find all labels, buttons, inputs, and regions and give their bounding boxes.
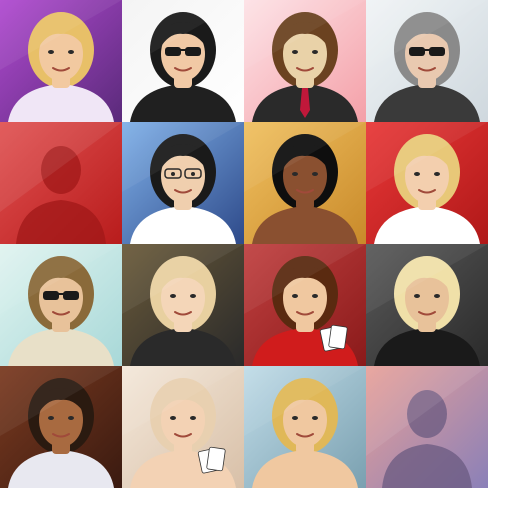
eye-right — [191, 172, 195, 176]
man-aviator-sunglasses-icon — [0, 244, 122, 366]
playing-card-2 — [206, 446, 226, 472]
eye-left — [170, 416, 176, 420]
eye-left — [292, 416, 298, 420]
woman-curly-blonde-red-icon — [366, 122, 488, 244]
eye-left — [171, 172, 175, 176]
avatar-tile-15[interactable] — [244, 366, 366, 488]
avatar-tile-8[interactable] — [366, 122, 488, 244]
eye-right — [190, 294, 196, 298]
sunglasses-left-lens — [165, 47, 181, 56]
woman-blonde-long-hair-icon — [244, 366, 366, 488]
eye-right — [434, 294, 440, 298]
woman-short-hair-glasses-icon — [122, 122, 244, 244]
eye-left — [292, 50, 298, 54]
avatar-tile-6[interactable] — [122, 122, 244, 244]
avatar-tile-7[interactable] — [244, 122, 366, 244]
eye-right — [190, 416, 196, 420]
playing-card-2 — [328, 324, 348, 350]
avatar-tile-2[interactable] — [122, 0, 244, 122]
avatar-tile-13[interactable] — [0, 366, 122, 488]
avatar-tile-1[interactable] — [0, 0, 122, 122]
avatar-tile-9[interactable] — [0, 244, 122, 366]
eye-right — [312, 172, 318, 176]
eye-left — [292, 294, 298, 298]
sunglasses-bridge — [424, 49, 430, 51]
avatar-tile-16[interactable] — [366, 366, 488, 488]
woman-blonde-bob-icon — [122, 244, 244, 366]
woman-blonde-cards-icon — [122, 366, 244, 488]
avatar-tile-5[interactable] — [0, 122, 122, 244]
avatar-tile-11[interactable] — [244, 244, 366, 366]
eye-right — [312, 294, 318, 298]
man-beanie-sunglasses-icon — [366, 0, 488, 122]
avatar-grid — [0, 0, 488, 488]
eye-right — [68, 50, 74, 54]
sunglasses-bridge — [180, 49, 186, 51]
sunglasses-right-lens — [63, 291, 79, 300]
male-silhouette-placeholder-icon — [366, 366, 488, 488]
eye-left — [414, 172, 420, 176]
man-red-tie-icon — [244, 0, 366, 122]
female-silhouette-placeholder-icon — [0, 122, 122, 244]
avatar-tile-12[interactable] — [366, 244, 488, 366]
avatar-tile-4[interactable] — [366, 0, 488, 122]
avatar-tile-14[interactable] — [122, 366, 244, 488]
eye-right — [68, 416, 74, 420]
woman-blonde-waving-icon — [0, 0, 122, 122]
eye-right — [312, 50, 318, 54]
sunglasses-bridge — [58, 293, 64, 295]
eye-left — [48, 416, 54, 420]
sunglasses-left-lens — [43, 291, 59, 300]
eye-right — [434, 172, 440, 176]
man-dark-hair-open-shirt-icon — [0, 366, 122, 488]
woman-red-dress-cards-icon — [244, 244, 366, 366]
sunglasses-left-lens — [409, 47, 425, 56]
man-blonde-spiky-hair-icon — [366, 244, 488, 366]
avatar-tile-3[interactable] — [244, 0, 366, 122]
eye-left — [292, 172, 298, 176]
eye-left — [414, 294, 420, 298]
avatar-tile-10[interactable] — [122, 244, 244, 366]
eye-left — [48, 50, 54, 54]
eye-left — [170, 294, 176, 298]
man-sunglasses-suit-icon — [122, 0, 244, 122]
sunglasses-right-lens — [429, 47, 445, 56]
sunglasses-right-lens — [185, 47, 201, 56]
eye-right — [312, 416, 318, 420]
woman-afro-hair-icon — [244, 122, 366, 244]
